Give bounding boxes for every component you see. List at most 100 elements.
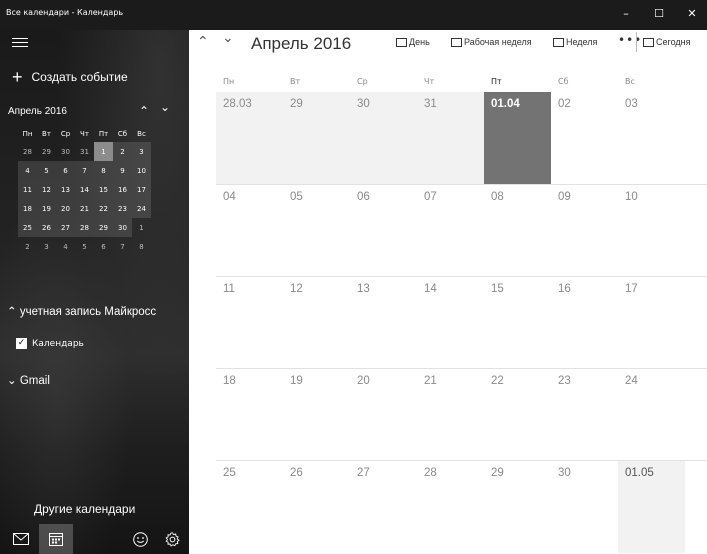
mini-day[interactable]: 1 <box>132 218 151 237</box>
day-cell-today[interactable]: 01.04 <box>484 92 551 184</box>
mini-day[interactable]: 3 <box>37 237 56 256</box>
mini-day[interactable]: 15 <box>94 180 113 199</box>
mini-day[interactable]: 4 <box>56 237 75 256</box>
mini-day[interactable]: 25 <box>18 218 37 237</box>
day-cell[interactable]: 29 <box>484 461 551 553</box>
smiley-icon[interactable] <box>123 524 157 554</box>
day-cell[interactable]: 21 <box>417 369 484 461</box>
day-cell[interactable]: 23 <box>551 369 618 461</box>
day-cell[interactable]: 31 <box>417 92 484 184</box>
mini-day[interactable]: 10 <box>132 161 151 180</box>
mini-day-today[interactable]: 1 <box>94 142 113 161</box>
day-cell[interactable]: 30 <box>350 92 417 184</box>
day-cell[interactable]: 18 <box>216 369 283 461</box>
mini-day[interactable]: 21 <box>75 199 94 218</box>
mini-day[interactable]: 18 <box>18 199 37 218</box>
today-button[interactable]: Сегодня <box>643 37 691 47</box>
mini-day[interactable]: 22 <box>94 199 113 218</box>
mini-day[interactable]: 28 <box>18 142 37 161</box>
day-cell[interactable]: 24 <box>618 369 685 461</box>
day-cell[interactable]: 16 <box>551 277 618 369</box>
mini-day[interactable]: 12 <box>37 180 56 199</box>
day-cell[interactable]: 07 <box>417 185 484 277</box>
mini-calendar-month[interactable]: Апрель 2016 <box>8 106 67 117</box>
mini-prev-month-icon[interactable]: ⌃ <box>139 104 149 118</box>
day-cell[interactable]: 12 <box>283 277 350 369</box>
more-options-icon[interactable]: ••• <box>618 33 642 47</box>
day-cell[interactable]: 22 <box>484 369 551 461</box>
mini-day[interactable]: 14 <box>75 180 94 199</box>
minimize-button[interactable]: – <box>608 0 644 26</box>
day-cell[interactable]: 04 <box>216 185 283 277</box>
mini-day[interactable]: 26 <box>37 218 56 237</box>
day-cell[interactable]: 20 <box>350 369 417 461</box>
mini-day[interactable]: 29 <box>37 142 56 161</box>
view-week-button[interactable]: Неделя <box>553 37 597 47</box>
mail-icon[interactable] <box>4 524 38 554</box>
maximize-button[interactable]: ☐ <box>641 0 677 26</box>
mini-day[interactable]: 20 <box>56 199 75 218</box>
day-cell[interactable]: 17 <box>618 277 685 369</box>
day-cell[interactable]: 02 <box>551 92 618 184</box>
settings-icon[interactable] <box>155 524 189 554</box>
view-day-button[interactable]: День <box>396 37 430 47</box>
day-cell[interactable]: 10 <box>618 185 685 277</box>
mini-next-month-icon[interactable]: ⌄ <box>160 100 170 114</box>
hamburger-menu-icon[interactable] <box>12 38 28 50</box>
day-cell[interactable]: 28 <box>417 461 484 553</box>
mini-day[interactable]: 5 <box>75 237 94 256</box>
mini-day[interactable]: 9 <box>113 161 132 180</box>
mini-day[interactable]: 3 <box>132 142 151 161</box>
day-cell[interactable]: 09 <box>551 185 618 277</box>
mini-day[interactable]: 7 <box>113 237 132 256</box>
day-cell[interactable]: 29 <box>283 92 350 184</box>
new-event-button[interactable]: + Создать событие <box>12 68 128 86</box>
mini-day[interactable]: 16 <box>113 180 132 199</box>
mini-day[interactable]: 2 <box>18 237 37 256</box>
day-cell[interactable]: 01.05 <box>618 461 685 553</box>
day-cell[interactable]: 13 <box>350 277 417 369</box>
mini-day[interactable]: 4 <box>18 161 37 180</box>
day-cell[interactable]: 08 <box>484 185 551 277</box>
mini-day[interactable]: 8 <box>132 237 151 256</box>
other-calendars-link[interactable]: Другие календари <box>34 502 135 516</box>
mini-day[interactable]: 2 <box>113 142 132 161</box>
calendar-icon[interactable] <box>39 524 73 554</box>
day-cell[interactable]: 19 <box>283 369 350 461</box>
day-cell[interactable]: 06 <box>350 185 417 277</box>
mini-day[interactable]: 29 <box>94 218 113 237</box>
mini-day[interactable]: 28 <box>75 218 94 237</box>
mini-day[interactable]: 31 <box>75 142 94 161</box>
mini-day[interactable]: 23 <box>113 199 132 218</box>
day-cell[interactable]: 15 <box>484 277 551 369</box>
checkbox-checked-icon[interactable]: ✓ <box>16 338 27 349</box>
day-cell[interactable]: 28.03 <box>216 92 283 184</box>
close-button[interactable]: ✕ <box>674 0 707 26</box>
mini-day[interactable]: 24 <box>132 199 151 218</box>
mini-day[interactable]: 8 <box>94 161 113 180</box>
gmail-group-toggle[interactable]: ⌄ Gmail <box>7 373 50 387</box>
mini-day[interactable]: 19 <box>37 199 56 218</box>
mini-day[interactable]: 6 <box>94 237 113 256</box>
day-cell[interactable]: 03 <box>618 92 685 184</box>
mini-day[interactable]: 6 <box>56 161 75 180</box>
view-work-week-button[interactable]: Рабочая неделя <box>451 37 532 47</box>
day-cell[interactable]: 05 <box>283 185 350 277</box>
day-cell[interactable]: 27 <box>350 461 417 553</box>
mini-day[interactable]: 11 <box>18 180 37 199</box>
account-group-toggle[interactable]: ⌃ учетная запись Майкросс <box>7 304 156 318</box>
month-title[interactable]: Апрель 2016 <box>251 34 351 54</box>
day-cell[interactable]: 30 <box>551 461 618 553</box>
mini-day[interactable]: 5 <box>37 161 56 180</box>
next-month-icon[interactable]: ⌄ <box>222 30 234 46</box>
mini-day[interactable]: 30 <box>56 142 75 161</box>
mini-day[interactable]: 30 <box>113 218 132 237</box>
calendar-checkbox-row[interactable]: ✓ Календарь <box>16 338 84 349</box>
mini-day[interactable]: 7 <box>75 161 94 180</box>
prev-month-icon[interactable]: ⌃ <box>197 34 209 50</box>
mini-day[interactable]: 13 <box>56 180 75 199</box>
day-cell[interactable]: 26 <box>283 461 350 553</box>
day-cell[interactable]: 14 <box>417 277 484 369</box>
mini-day[interactable]: 17 <box>132 180 151 199</box>
day-cell[interactable]: 25 <box>216 461 283 553</box>
